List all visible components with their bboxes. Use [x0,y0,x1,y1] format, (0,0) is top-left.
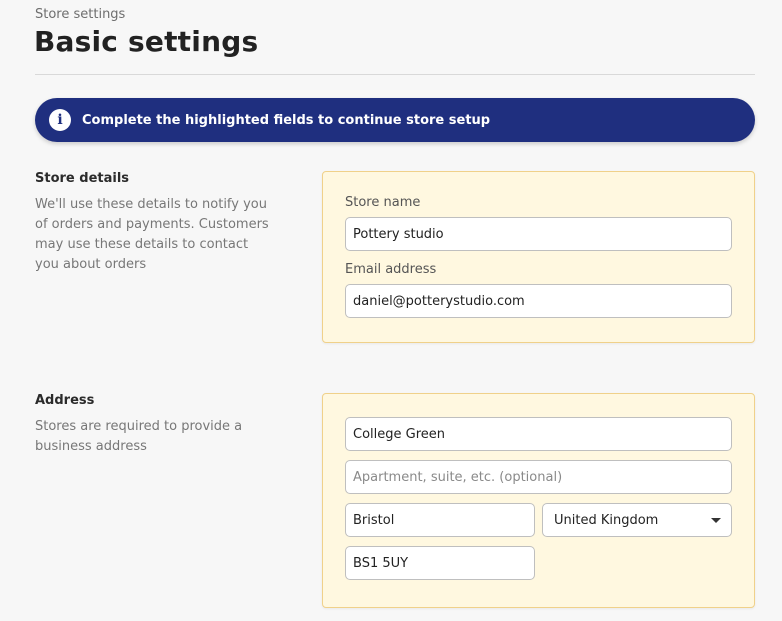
breadcrumb[interactable]: Store settings [35,7,125,23]
banner-message: Complete the highlighted fields to conti… [82,112,491,128]
store-details-card: Store name Email address [322,171,755,343]
setup-alert-banner: i Complete the highlighted fields to con… [35,98,755,142]
info-icon: i [49,109,71,131]
apartment-input[interactable] [345,460,732,494]
store-name-input[interactable] [345,217,732,251]
country-select-value: United Kingdom [554,512,659,528]
page-title: Basic settings [34,25,259,58]
store-details-title: Store details [35,171,130,186]
chevron-down-icon [711,518,721,523]
city-input[interactable] [345,503,535,537]
street-address-input[interactable] [345,417,732,451]
country-select[interactable]: United Kingdom [542,503,732,537]
address-card: United Kingdom [322,393,755,608]
postcode-input[interactable] [345,546,535,580]
email-address-input[interactable] [345,284,732,318]
address-title: Address [35,393,95,408]
store-details-description: We'll use these details to notify you of… [35,197,269,272]
email-address-label: Email address [345,262,437,277]
header-divider [35,74,755,75]
store-name-label: Store name [345,195,421,210]
store-settings-page: Store settings Basic settings i Complete… [0,0,782,621]
address-description: Stores are required to provide a busines… [35,419,243,454]
